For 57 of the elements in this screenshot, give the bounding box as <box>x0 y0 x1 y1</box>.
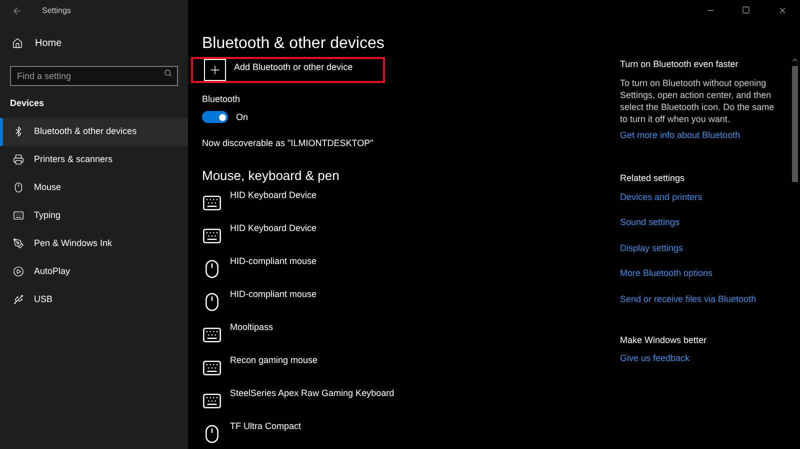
keyboard-icon <box>202 358 222 378</box>
search-icon <box>164 69 172 77</box>
link[interactable]: Display settings <box>620 242 780 255</box>
keyboard-icon <box>202 391 222 411</box>
device-item[interactable]: HID Keyboard Device <box>202 187 620 220</box>
sidebar-item[interactable]: Bluetooth & other devices <box>0 118 188 146</box>
device-item[interactable]: SteelSeries Apex Raw Gaming Keyboard <box>202 385 620 418</box>
page-title: Bluetooth & other devices <box>202 34 386 54</box>
play-icon <box>13 266 24 277</box>
section-heading: Mouse, keyboard & pen <box>202 166 340 185</box>
sidebar-item[interactable]: AutoPlay <box>0 258 188 286</box>
device-item[interactable]: TF Ultra Compact <box>202 418 620 449</box>
sidebar-item[interactable]: Mouse <box>0 174 188 202</box>
printer-icon <box>13 154 24 165</box>
toggle-state: On <box>236 110 248 124</box>
link[interactable]: Devices and printers <box>620 190 780 204</box>
mouse-icon <box>13 182 24 193</box>
link[interactable]: Send or receive files via Bluetooth <box>620 292 780 306</box>
add-device-button[interactable]: Add Bluetooth or other device <box>204 59 353 81</box>
maximize-icon[interactable] <box>742 6 750 14</box>
scroll-up-icon[interactable] <box>791 56 799 64</box>
pen-icon <box>13 238 24 249</box>
window-title: Settings <box>42 5 71 17</box>
keyboard-icon <box>202 226 222 246</box>
tip-heading: Turn on Bluetooth even faster <box>620 58 740 71</box>
link[interactable]: More Bluetooth options <box>620 267 780 280</box>
scrollbar-thumb[interactable] <box>792 66 798 182</box>
keyboard-icon <box>202 193 222 213</box>
section-heading: Devices <box>9 97 46 110</box>
related-heading: Related settings <box>620 172 686 185</box>
search-field[interactable]: Find a setting <box>10 66 178 86</box>
bluetooth-toggle[interactable] <box>202 111 228 124</box>
bluetooth-icon <box>13 126 24 137</box>
link[interactable]: Sound settings <box>620 216 780 230</box>
sidebar-item[interactable]: Printers & scanners <box>0 146 188 174</box>
keyboard-icon <box>13 210 24 221</box>
home-link[interactable]: Home <box>0 35 188 51</box>
device-item[interactable]: HID Keyboard Device <box>202 220 620 253</box>
device-item[interactable]: Mooltipass <box>202 319 620 352</box>
bluetooth-label: Bluetooth <box>202 93 242 106</box>
sidebar-item[interactable]: Typing <box>0 202 188 230</box>
keyboard-icon <box>202 325 222 345</box>
usb-icon <box>13 294 24 305</box>
feedback-heading: Make Windows better <box>620 334 708 347</box>
home-icon <box>12 38 23 48</box>
plus-icon <box>208 63 222 77</box>
tip-text: To turn on Bluetooth without opening Settings, open action center, and then select the Bluetooth icon. Do the same to turn it off when you want. <box>620 76 776 124</box>
device-item[interactable]: Recon gaming mouse <box>202 352 620 385</box>
link[interactable]: Get more info about Bluetooth <box>620 128 780 142</box>
device-item[interactable]: HID-compliant mouse <box>202 253 620 286</box>
link[interactable]: Give us feedback <box>620 352 780 365</box>
discoverable-text: Now discoverable as "ILMIONTDESKTOP" <box>202 137 374 150</box>
sidebar-item[interactable]: Pen & Windows Ink <box>0 230 188 258</box>
sidebar-item[interactable]: USB <box>0 286 188 314</box>
device-item[interactable]: HID-compliant mouse <box>202 286 620 319</box>
close-icon[interactable] <box>778 6 786 14</box>
back-icon[interactable] <box>12 6 22 16</box>
